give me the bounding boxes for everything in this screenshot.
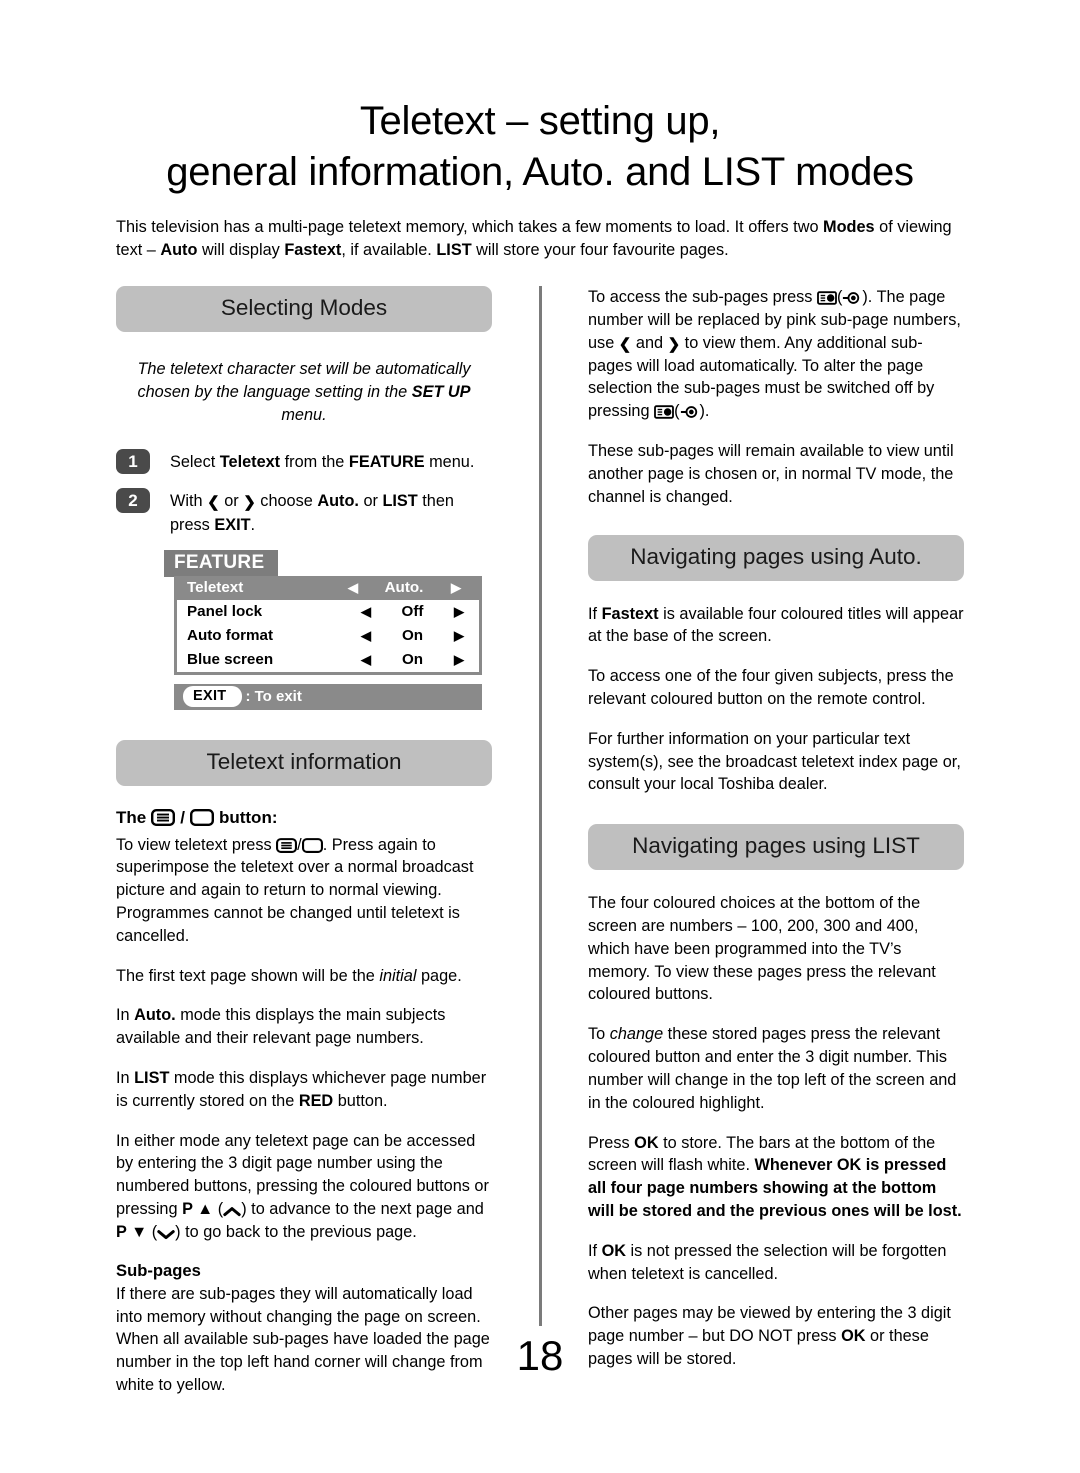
feature-menu-screenshot: FEATURE Teletext ◀ Auto. ▶ Panel lock ◀ …	[164, 549, 486, 710]
right-arrow-icon[interactable]: ▶	[445, 604, 473, 620]
page-number: 18	[516, 1332, 564, 1379]
osd-row-value: On	[401, 651, 424, 669]
banner-navigating-list: Navigating pages using LIST	[588, 824, 964, 871]
osd-row-auto-format[interactable]: Auto format ◀ On ▶	[177, 624, 479, 648]
paragraph-either-mode: In either mode any teletext page can be …	[116, 1131, 489, 1241]
page-title-line-2: general information, Auto. and LIST mode…	[166, 150, 914, 195]
banner-selecting-modes: Selecting Modes	[116, 286, 492, 332]
osd-row-panel-lock[interactable]: Panel lock ◀ Off ▶	[177, 600, 479, 624]
left-arrow-icon[interactable]: ◀	[352, 628, 380, 644]
left-chevron-icon: ❮	[618, 335, 632, 353]
paragraph-list-mode: In LIST mode this displays whichever pag…	[116, 1069, 487, 1110]
slash-separator: /	[180, 807, 185, 827]
page-title: Teletext – setting up, general informati…	[0, 96, 1080, 198]
left-column: Selecting Modes The teletext character s…	[116, 286, 492, 1397]
osd-row-value: On	[401, 627, 424, 645]
step-item: 1 Select Teletext from the FEATURE menu.	[116, 449, 492, 475]
right-arrow-icon[interactable]: ▶	[445, 628, 473, 644]
left-chevron-icon: ❮	[207, 494, 220, 512]
chevron-up-icon	[223, 1206, 241, 1217]
sub-pages-heading: Sub-pages	[116, 1260, 201, 1280]
paragraph-further-information: For further information on your particul…	[588, 729, 961, 794]
subpage-hold-icon	[654, 405, 674, 419]
paragraph-access-sub-pages: To access the sub-pages press (). The pa…	[588, 288, 961, 421]
paragraph-auto-mode: In Auto. mode this displays the main sub…	[116, 1006, 446, 1048]
osd-row-value: Auto.	[384, 579, 424, 597]
right-chevron-icon: ❯	[243, 494, 256, 512]
step-text-1: Select Teletext from the FEATURE menu.	[170, 453, 475, 472]
blank-screen-icon	[301, 837, 323, 853]
paragraph-change-stored-pages: To change these stored pages press the r…	[588, 1025, 957, 1112]
osd-exit-bar: EXIT : To exit	[174, 683, 482, 710]
osd-row-blue-screen[interactable]: Blue screen ◀ On ▶	[177, 648, 479, 672]
banner-navigating-auto: Navigating pages using Auto.	[588, 534, 964, 581]
page-title-line-1: Teletext – setting up,	[359, 99, 721, 143]
right-arrow-icon[interactable]: ▶	[439, 580, 473, 596]
column-divider	[539, 286, 542, 1326]
osd-row-teletext[interactable]: Teletext ◀ Auto. ▶	[177, 575, 479, 600]
paragraph-access-subjects: To access one of the four given subjects…	[588, 667, 954, 708]
step-badge-1: 1	[116, 449, 150, 475]
step-item: 2 With ❮ or ❯ choose Auto. or LIST then …	[116, 488, 492, 535]
paragraph-sub-pages-remain: These sub-pages will remain available to…	[588, 442, 954, 506]
teletext-menu-icon	[276, 837, 298, 853]
osd-tab-feature: FEATURE	[164, 549, 279, 577]
step-text-2: With ❮ or ❯ choose Auto. or LIST then pr…	[170, 492, 454, 534]
subpage-reveal-icon	[680, 405, 700, 419]
character-set-note: The teletext character set will be autom…	[137, 360, 471, 425]
subpage-reveal-icon	[842, 291, 862, 305]
paragraph-view-teletext: To view teletext press /. Press again to…	[116, 835, 474, 945]
step-list: 1 Select Teletext from the FEATURE menu.…	[116, 449, 492, 535]
right-column: To access the sub-pages press (). The pa…	[588, 286, 964, 1371]
left-arrow-icon[interactable]: ◀	[352, 604, 380, 620]
step-badge-2: 2	[116, 488, 150, 514]
osd-row-label: Auto format	[187, 627, 274, 645]
osd-row-value: Off	[401, 603, 424, 621]
intro-paragraph: This television has a multi-page teletex…	[116, 218, 952, 260]
chevron-down-icon	[157, 1229, 175, 1240]
right-arrow-icon[interactable]: ▶	[445, 652, 473, 668]
subpage-hold-icon	[817, 291, 837, 305]
paragraph-ok-not-pressed: If OK is not pressed the selection will …	[588, 1241, 947, 1283]
banner-teletext-information: Teletext information	[116, 739, 492, 786]
paragraph-fastext-available: If Fastext is available four coloured ti…	[588, 604, 964, 646]
paragraph-press-ok-to-store: Press OK to store. The bars at the botto…	[588, 1133, 962, 1220]
osd-row-label: Panel lock	[187, 603, 263, 621]
right-chevron-icon: ❯	[667, 335, 681, 353]
paragraph-four-coloured-choices: The four coloured choices at the bottom …	[588, 894, 936, 1004]
text-button-heading: The / button:	[116, 808, 492, 828]
left-arrow-icon[interactable]: ◀	[337, 580, 369, 596]
text-button-heading-suffix: button:	[218, 807, 278, 827]
osd-row-label: Blue screen	[187, 651, 274, 669]
exit-button[interactable]: EXIT	[183, 685, 243, 708]
paragraph-initial-page: The first text page shown will be the in…	[116, 966, 462, 985]
blank-screen-icon	[189, 809, 214, 827]
text-button-heading-prefix: The	[116, 807, 147, 827]
teletext-menu-icon	[151, 809, 176, 827]
exit-hint-label: : To exit	[245, 688, 302, 706]
osd-rows: Teletext ◀ Auto. ▶ Panel lock ◀ Off ▶ Au…	[174, 575, 482, 675]
left-arrow-icon[interactable]: ◀	[352, 652, 380, 668]
osd-row-label: Teletext	[187, 579, 244, 597]
